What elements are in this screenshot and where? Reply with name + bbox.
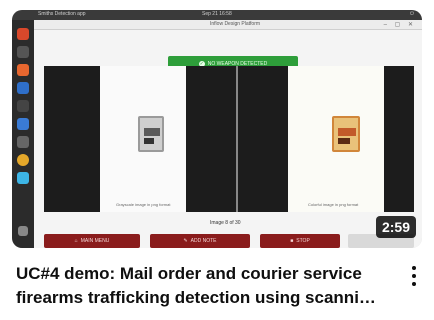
pencil-icon: ✎ bbox=[183, 238, 188, 244]
top-bar-app-name: Smiths Detection app bbox=[38, 11, 86, 17]
dock-chrome-icon bbox=[17, 154, 29, 166]
stop-label: STOP bbox=[296, 238, 310, 244]
video-title-line-1: UC#4 demo: Mail order and courier servic… bbox=[16, 264, 362, 283]
window-title: Inflow Design Platform bbox=[210, 21, 261, 27]
left-dark-panel bbox=[44, 66, 100, 212]
dock-browser-icon bbox=[17, 82, 29, 94]
video-title-line-2: firearms trafficking detection using sca… bbox=[16, 288, 376, 307]
power-icon: ⏻ bbox=[410, 11, 414, 17]
dock-apps-grid-icon bbox=[18, 226, 28, 236]
color-caption: Colorful image in png format bbox=[308, 202, 359, 207]
dock-editor-icon bbox=[17, 118, 29, 130]
video-title[interactable]: UC#4 demo: Mail order and courier servic… bbox=[16, 262, 396, 310]
grayscale-scan-image bbox=[138, 116, 164, 152]
right-dark-panel bbox=[384, 66, 414, 212]
video-card[interactable]: Smiths Detection app Sep 21 16:58 ⏻ Infl… bbox=[0, 0, 434, 320]
main-menu-label: MAIN MENU bbox=[80, 238, 110, 244]
stop-square-icon: ■ bbox=[290, 238, 294, 244]
home-icon: ⌂ bbox=[74, 238, 78, 244]
desktop-dock bbox=[12, 20, 34, 248]
kebab-menu-icon[interactable] bbox=[406, 266, 422, 288]
center-right-dark-panel bbox=[238, 66, 288, 212]
dock-app-icon bbox=[17, 64, 29, 76]
window-controls[interactable]: – ▢ ✕ bbox=[384, 21, 416, 28]
dock-ubuntu-icon bbox=[17, 28, 29, 40]
center-left-dark-panel bbox=[186, 66, 236, 212]
add-note-label: ADD NOTE bbox=[190, 238, 217, 244]
top-bar-clock: Sep 21 16:58 bbox=[202, 11, 232, 17]
video-thumbnail[interactable]: Smiths Detection app Sep 21 16:58 ⏻ Infl… bbox=[12, 10, 422, 248]
grayscale-caption: Grayscale image in png format bbox=[116, 202, 171, 207]
stop-button[interactable]: ■ STOP bbox=[260, 234, 340, 248]
color-scan-image bbox=[332, 116, 360, 152]
video-duration-badge: 2:59 bbox=[375, 216, 416, 238]
dock-terminal-icon bbox=[17, 100, 29, 112]
window-title-bar: Inflow Design Platform – ▢ ✕ bbox=[34, 20, 422, 30]
desktop-top-bar: Smiths Detection app Sep 21 16:58 ⏻ bbox=[12, 10, 422, 20]
grayscale-image-panel: Grayscale image in png format bbox=[100, 66, 186, 212]
color-image-panel: Colorful image in png format bbox=[288, 66, 384, 212]
add-note-button[interactable]: ✎ ADD NOTE bbox=[150, 234, 250, 248]
dock-files-icon bbox=[17, 46, 29, 58]
image-counter: Image 8 of 30 bbox=[210, 220, 241, 226]
dock-settings-icon bbox=[17, 136, 29, 148]
main-menu-button[interactable]: ⌂ MAIN MENU bbox=[44, 234, 140, 248]
dock-help-icon bbox=[17, 172, 29, 184]
scanner-app: ✓ NO WEAPON DETECTED Grayscale image in … bbox=[34, 30, 422, 248]
